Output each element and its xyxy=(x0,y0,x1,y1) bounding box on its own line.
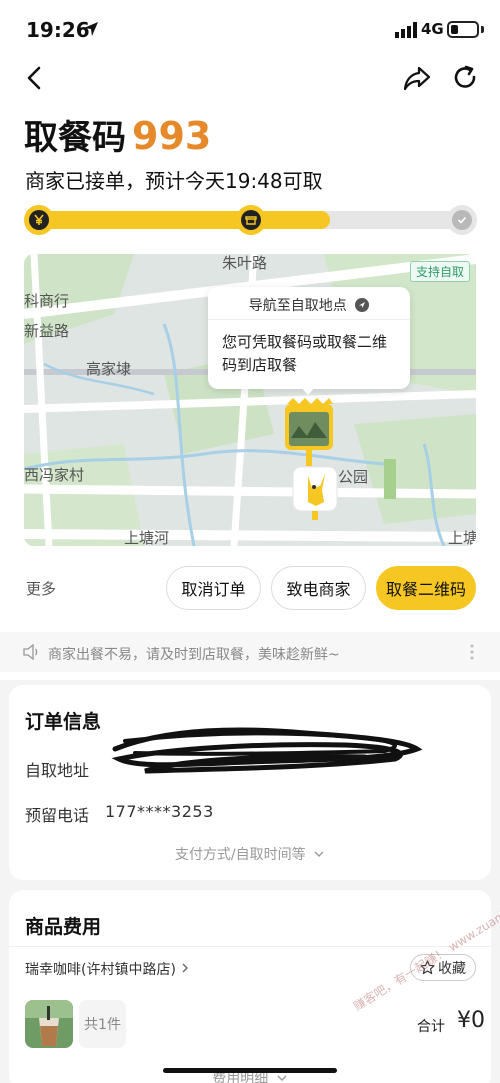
map-label: 公园 xyxy=(338,468,369,486)
map-label: 新益路 xyxy=(24,322,70,340)
total-value: ¥0 xyxy=(457,1008,485,1033)
notice-bar: 商家出餐不易，请及时到店取餐，美味趁新鲜~ xyxy=(0,632,500,672)
store-icon xyxy=(245,216,257,225)
map-label: 上塘 xyxy=(448,529,476,546)
more-dots-icon[interactable] xyxy=(470,643,474,661)
notice-text: 商家出餐不易，请及时到店取餐，美味趁新鲜~ xyxy=(48,647,340,663)
more-link[interactable]: 更多 xyxy=(26,578,56,599)
chevron-right-icon xyxy=(182,963,189,973)
pickup-code-line: 取餐码 993 xyxy=(24,110,212,158)
map-label: 朱叶路 xyxy=(222,254,268,272)
map-label: 高家埭 xyxy=(86,360,132,378)
store-link[interactable]: 瑞幸咖啡(许村镇中路店) xyxy=(25,959,190,979)
step-paid xyxy=(24,205,54,235)
chevron-down-icon xyxy=(277,1075,287,1081)
signal-icon xyxy=(395,22,417,38)
item-count: 共1件 xyxy=(79,1000,126,1048)
navigation-callout[interactable]: 导航至自取地点 您可凭取餐码或取餐二维码到店取餐 xyxy=(208,287,410,389)
order-info-card: 订单信息 自取地址 预留电话 177****3253 支付方式/自取时间等 xyxy=(9,685,491,880)
status-bar: 19:26 4G xyxy=(0,0,500,60)
callout-body: 您可凭取餐码或取餐二维码到店取餐 xyxy=(222,333,388,374)
goods-fee-card: 商品费用 瑞幸咖啡(许村镇中路店) 收藏 共1件 合计 ¥0 费用明细 xyxy=(9,890,491,1083)
step-done xyxy=(447,205,477,235)
battery-icon xyxy=(447,21,479,38)
map-label: 上塘河 xyxy=(124,529,170,546)
goods-divider xyxy=(9,946,491,947)
speaker-icon xyxy=(23,644,38,660)
total-label: 合计 xyxy=(417,1019,445,1035)
store-pin-icon[interactable] xyxy=(283,398,335,468)
cancel-order-button[interactable]: 取消订单 xyxy=(166,566,261,610)
order-progress xyxy=(24,205,477,235)
location-arrow-icon xyxy=(84,22,98,36)
callout-tail xyxy=(300,386,316,395)
battery-tip xyxy=(481,26,484,33)
call-merchant-button[interactable]: 致电商家 xyxy=(271,566,366,610)
yen-icon xyxy=(34,214,44,225)
phone-value: 177****3253 xyxy=(105,802,214,821)
order-status-text: 商家已接单，预计今天19:48可取 xyxy=(25,169,323,193)
more-order-info[interactable]: 支付方式/自取时间等 xyxy=(9,844,491,864)
map-label: 西冯家村 xyxy=(24,466,85,484)
phone-label: 预留电话 xyxy=(25,806,90,825)
navigate-arrow-icon xyxy=(355,298,370,312)
status-time: 19:26 xyxy=(26,18,90,42)
callout-title-text: 导航至自取地点 xyxy=(248,298,347,314)
address-redaction-scribble xyxy=(111,727,423,774)
product-thumbnail[interactable] xyxy=(25,1000,73,1048)
step-store xyxy=(236,205,266,235)
back-icon[interactable] xyxy=(20,63,50,93)
share-icon[interactable] xyxy=(402,63,432,93)
store-name: 瑞幸咖啡(许村镇中路店) xyxy=(25,962,176,978)
map-label: 科商行 xyxy=(24,292,70,310)
refresh-icon[interactable] xyxy=(450,63,480,93)
address-label: 自取地址 xyxy=(25,761,90,780)
battery-level xyxy=(451,25,458,34)
pickup-code: 993 xyxy=(132,114,212,158)
chevron-down-icon xyxy=(314,851,324,857)
more-order-info-text: 支付方式/自取时间等 xyxy=(174,847,306,863)
pickup-qr-button[interactable]: 取餐二维码 xyxy=(376,566,476,610)
navigate-to-pickup[interactable]: 导航至自取地点 xyxy=(208,295,410,315)
check-icon xyxy=(457,216,467,224)
user-location-icon xyxy=(292,466,338,520)
order-info-title: 订单信息 xyxy=(25,711,102,733)
self-pickup-badge: 支持自取 xyxy=(409,261,470,282)
network-type: 4G xyxy=(421,20,444,38)
goods-fee-title: 商品费用 xyxy=(25,916,102,938)
home-indicator xyxy=(163,1068,337,1073)
progress-fill xyxy=(34,211,330,229)
pickup-label: 取餐码 xyxy=(24,118,126,158)
callout-divider xyxy=(208,319,410,320)
